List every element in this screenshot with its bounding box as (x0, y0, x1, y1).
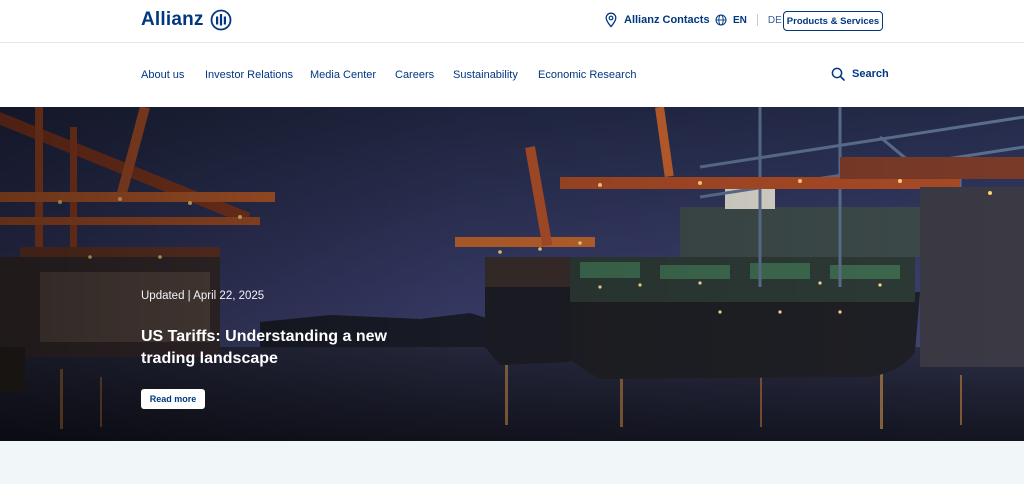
nav-item-careers[interactable]: Careers (395, 69, 434, 81)
products-services-button[interactable]: Products & Services (783, 11, 883, 31)
search-label: Search (852, 68, 889, 80)
lang-divider (756, 14, 758, 26)
globe-icon (715, 14, 727, 26)
hero-headline[interactable]: US Tariffs: Understanding a new trading … (141, 326, 401, 370)
allianz-logo[interactable]: Allianz (141, 9, 232, 31)
lang-en[interactable]: EN (733, 15, 747, 26)
contacts-label: Allianz Contacts (624, 14, 710, 26)
nav-item-economic-research[interactable]: Economic Research (538, 69, 636, 81)
nav-item-sustainability[interactable]: Sustainability (453, 69, 518, 81)
nav-item-investor-relations[interactable]: Investor Relations (205, 69, 293, 81)
allianz-logo-icon (210, 9, 232, 31)
nav-item-media-center[interactable]: Media Center (310, 69, 376, 81)
logo-text: Allianz (141, 9, 204, 30)
read-more-button[interactable]: Read more (141, 389, 205, 409)
language-switcher: EN DE (715, 14, 782, 26)
top-bar: Allianz Allianz Contacts EN DE Products … (0, 0, 1024, 43)
search-button[interactable]: Search (831, 67, 889, 81)
hero-updated-date: Updated | April 22, 2025 (141, 290, 265, 302)
nav-item-about-us[interactable]: About us (141, 69, 184, 81)
hero-banner: Updated | April 22, 2025 US Tariffs: Und… (0, 107, 1024, 441)
location-pin-icon (605, 12, 617, 28)
search-icon (831, 67, 845, 81)
allianz-contacts-link[interactable]: Allianz Contacts (604, 12, 710, 28)
content-section-background (0, 441, 1024, 484)
lang-de[interactable]: DE (768, 15, 782, 26)
main-nav: About us Investor Relations Media Center… (0, 44, 1024, 107)
